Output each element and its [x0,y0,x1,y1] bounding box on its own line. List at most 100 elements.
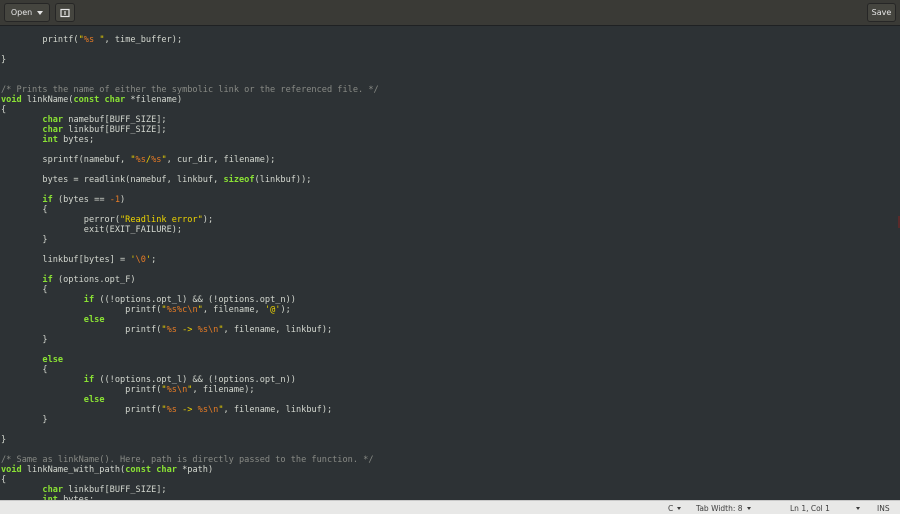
code-line[interactable]: printf("%s -> %s\n", filename, linkbuf); [1,325,379,335]
code-token: } [1,235,48,245]
code-line[interactable]: } [1,335,379,345]
code-line[interactable]: { [1,475,379,485]
insert-mode-label: INS [877,503,890,513]
code-line[interactable]: } [1,235,379,245]
code-token: sprintf(namebuf, [1,155,131,165]
code-token: printf( [1,35,79,45]
code-token: ; [151,255,157,265]
tab-width-selector[interactable]: Tab Width: 8 [696,502,751,514]
chevron-down-icon [677,506,682,510]
code-line[interactable]: { [1,105,379,115]
code-line[interactable]: void linkName_with_path(const char *path… [1,465,379,475]
code-token: /* Prints the name of either the symboli… [1,85,379,95]
code-token: namebuf[BUFF_SIZE]; [63,115,167,125]
code-line[interactable]: printf("%s\n", filename); [1,385,379,395]
code-line[interactable]: else [1,315,379,325]
code-token: bytes = readlink(namebuf, linkbuf, [1,175,224,185]
code-line[interactable]: char linkbuf[BUFF_SIZE]; [1,485,379,495]
code-line[interactable]: char linkbuf[BUFF_SIZE]; [1,125,379,135]
code-line[interactable]: /* Same as linkName(). Here, path is dir… [1,455,379,465]
code-line[interactable]: else [1,395,379,405]
code-token: printf( [1,405,162,415]
code-token: (linkbuf)); [254,175,312,185]
code-line[interactable]: else [1,355,379,365]
code-text[interactable]: printf("%s ", time_buffer); } /* Prints … [1,35,379,500]
code-token: { [1,105,7,115]
code-line[interactable]: printf("%s -> %s\n", filename, linkbuf); [1,405,379,415]
insert-mode-indicator[interactable]: INS [877,502,890,514]
code-token: void [1,95,22,105]
code-token: char [42,125,64,135]
code-line[interactable]: perror("Readlink error"); [1,215,379,225]
code-line[interactable]: char namebuf[BUFF_SIZE]; [1,115,379,125]
code-line[interactable]: } [1,55,379,65]
language-selector[interactable]: C [668,502,682,514]
code-line[interactable]: { [1,285,379,295]
code-token: , filename, linkbuf); [223,325,333,335]
code-line[interactable]: exit(EXIT_FAILURE); [1,225,379,235]
code-line[interactable]: linkbuf[bytes] = '\0'; [1,255,379,265]
code-line[interactable] [1,245,379,255]
code-line[interactable]: if ((!options.opt_l) && (!options.opt_n)… [1,375,379,385]
code-token: %s%c\n [166,305,198,315]
cursor-position[interactable]: Ln 1, Col 1 [790,502,830,514]
code-editor[interactable]: printf("%s ", time_buffer); } /* Prints … [0,26,900,500]
code-token: if [42,275,53,285]
code-line[interactable] [1,145,379,155]
code-line[interactable]: bytes = readlink(namebuf, linkbuf, sizeo… [1,175,379,185]
code-token: ); [202,215,214,225]
code-token: if [83,375,95,385]
code-line[interactable] [1,65,379,75]
code-line[interactable]: { [1,365,379,375]
cursor-position-menu[interactable] [852,502,860,514]
code-line[interactable]: if ((!options.opt_l) && (!options.opt_n)… [1,295,379,305]
code-line[interactable] [1,425,379,435]
code-line[interactable] [1,345,379,355]
code-token: { [1,365,48,375]
text-editor-window: Open Save printf("%s ", time_buffer); } … [0,0,900,514]
status-bar: C Tab Width: 8 Ln 1, Col 1 INS [0,500,900,514]
code-line[interactable]: } [1,415,379,425]
code-line[interactable]: void linkName(const char *filename) [1,95,379,105]
new-document-icon [60,8,70,17]
code-token: sizeof [223,175,255,185]
code-line[interactable]: if (bytes == -1) [1,195,379,205]
code-token: if [83,295,95,305]
code-token: linkName( [21,95,74,105]
code-token: , filename, [202,305,265,315]
code-token: bytes; [57,135,95,145]
code-line[interactable]: int bytes; [1,135,379,145]
code-line[interactable]: printf("%s ", time_buffer); [1,35,379,45]
tab-width-label: Tab Width: 8 [696,503,743,513]
code-line[interactable]: sprintf(namebuf, "%s/%s", cur_dir, filen… [1,155,379,165]
code-token: } [1,55,7,65]
code-line[interactable] [1,75,379,85]
code-line[interactable] [1,165,379,175]
code-line[interactable]: if (options.opt_F) [1,275,379,285]
save-button[interactable]: Save [867,3,896,22]
code-token: %s [166,325,177,335]
code-line[interactable] [1,45,379,55]
code-line[interactable]: /* Prints the name of either the symboli… [1,85,379,95]
code-line[interactable]: { [1,205,379,215]
language-label: C [668,503,674,513]
chevron-down-icon [856,506,860,510]
code-line[interactable]: printf("%s%c\n", filename, '@'); [1,305,379,315]
save-button-label: Save [871,8,892,17]
code-line[interactable]: } [1,435,379,445]
code-token: ((!options.opt_l) && (!options.opt_n)) [94,375,296,385]
code-line[interactable] [1,185,379,195]
code-token: %s\n [197,405,219,415]
code-token: ) [120,195,126,205]
code-token: { [1,205,48,215]
open-button[interactable]: Open [4,3,50,22]
new-document-button[interactable] [55,3,75,22]
code-token: (bytes == [52,195,110,205]
code-line[interactable] [1,265,379,275]
code-line[interactable] [1,445,379,455]
